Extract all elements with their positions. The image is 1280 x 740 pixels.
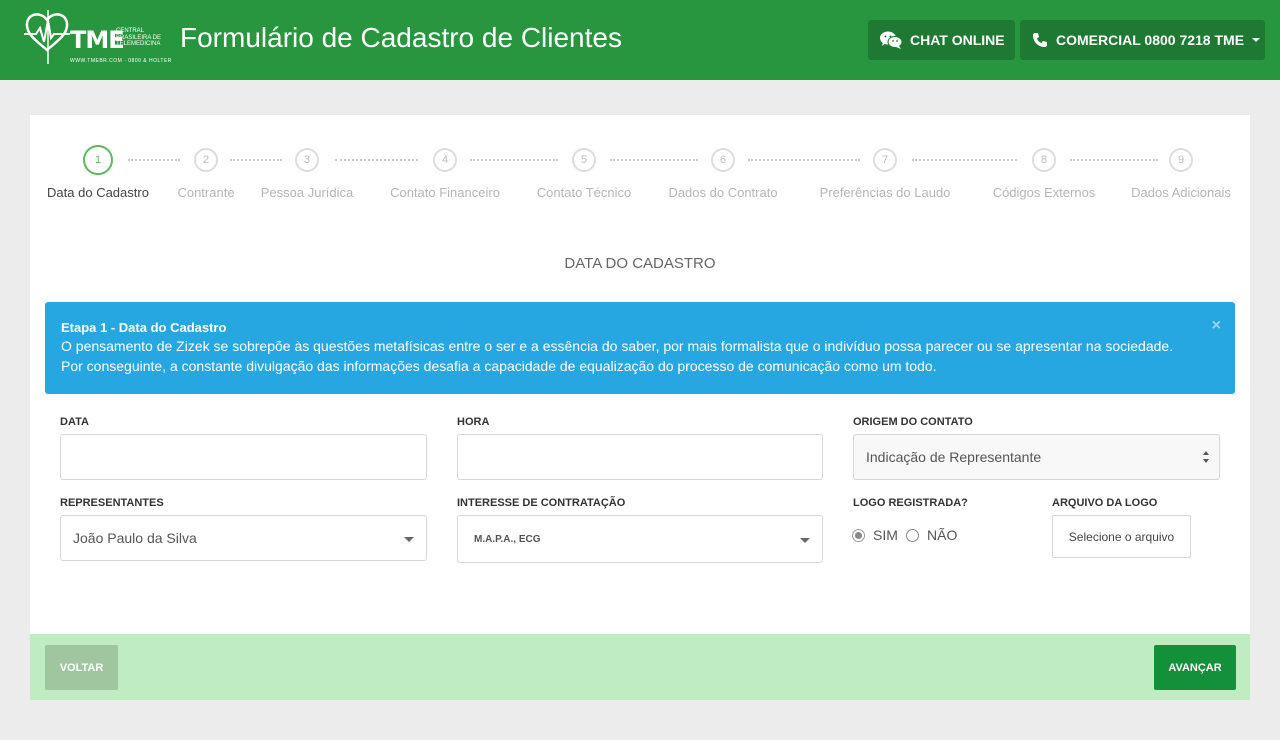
origem-label: ORIGEM DO CONTATO [853,416,973,428]
step-connector [610,159,698,161]
representantes-select[interactable]: João Paulo da Silva [60,515,427,561]
avancar-button[interactable]: AVANÇAR [1154,645,1236,690]
representantes-value: João Paulo da Silva [73,530,197,546]
chevron-down-icon [1252,38,1261,42]
logo-nao-radio[interactable] [906,529,919,542]
logo-subtitle: Central Brasileira de Telemedicina [116,28,162,47]
form-card: 1 Data do Cadastro 2 Contrante 3 Pessoa … [30,115,1250,700]
step-connector [230,159,282,161]
step-label: Contrante [177,185,235,200]
step-connector [748,159,860,161]
step-connector [470,159,558,161]
representantes-label: REPRESENTANTES [60,497,164,509]
interesse-label: INTERESSE DE CONTRATAÇÃO [457,497,626,509]
chat-online-button[interactable]: CHAT ONLINE [868,20,1015,60]
step-number: 9 [1169,148,1193,172]
interesse-multiselect[interactable]: M.A.P.A., ECG [457,515,823,563]
step-label: Preferências do Laudo [819,185,951,200]
select-arrows-icon [1203,451,1211,465]
step-number: 6 [711,148,735,172]
step-label: Dados do Contrato [668,185,778,200]
step-label: Data do Cadastro [47,185,149,200]
step-label: Pessoa Jurídica [260,185,354,200]
file-select-button[interactable]: Selecione o arquivo [1052,515,1191,558]
logo-nao-label[interactable]: NÃO [927,527,957,543]
step-number: 3 [295,148,319,172]
step-label: Dados Adicionais [1131,185,1231,200]
origem-value: Indicação de Representante [866,449,1042,465]
step-label: Contato Técnico [536,185,632,200]
step-number: 1 [83,145,113,175]
comercial-dropdown-button[interactable]: COMERCIAL 0800 7218 TME [1020,20,1265,60]
header-bar: TME Central Brasileira de Telemedicina W… [0,0,1280,80]
wechat-icon [880,31,902,49]
logo-url: WWW.TMEBR.COM · 0800 & HOLTER [70,58,172,64]
logo-sim-label[interactable]: SIM [873,527,898,543]
logo-sim-radio[interactable] [852,529,865,542]
step-number: 4 [433,148,457,172]
form-footer: VOLTAR AVANÇAR [30,634,1250,700]
step-label: Códigos Externos [992,185,1096,200]
heart-pulse-logo-icon [24,10,70,64]
wizard-steps: 1 Data do Cadastro 2 Contrante 3 Pessoa … [30,145,1250,205]
step-number: 5 [572,148,596,172]
step-number: 8 [1032,148,1056,172]
voltar-button[interactable]: VOLTAR [45,645,118,690]
tme-logo[interactable]: TME Central Brasileira de Telemedicina W… [24,8,171,68]
origem-select[interactable]: Indicação de Representante [853,434,1220,480]
step-connector [912,159,1017,161]
section-title: DATA DO CADASTRO [564,255,716,272]
interesse-value: M.A.P.A., ECG [474,533,541,545]
step-label: Contato Financeiro [390,185,500,200]
hora-input[interactable] [457,434,823,480]
alert-title: Etapa 1 - Data do Cadastro [61,320,227,335]
comercial-label: COMERCIAL 0800 7218 TME [1056,32,1245,48]
step-number: 7 [873,148,897,172]
page-title: Formulário de Cadastro de Clientes [180,22,622,53]
step-connector [128,159,180,161]
step-connector [335,159,418,161]
step-number: 2 [194,148,218,172]
info-alert: Etapa 1 - Data do Cadastro O pensamento … [45,302,1235,394]
step-connector [1070,159,1158,161]
chevron-down-icon [800,538,810,543]
phone-icon [1032,32,1048,48]
arquivo-logo-label: ARQUIVO DA LOGO [1052,497,1158,509]
chevron-down-icon [404,537,414,542]
chat-online-label: CHAT ONLINE [910,32,1005,48]
hora-label: HORA [457,416,490,428]
logo-registrada-label: LOGO REGISTRADA? [853,497,968,509]
data-input[interactable] [60,434,427,480]
close-icon[interactable]: × [1212,316,1221,336]
alert-body: O pensamento de Zizek se sobrepõe às que… [61,338,1174,374]
data-label: DATA [60,416,89,428]
